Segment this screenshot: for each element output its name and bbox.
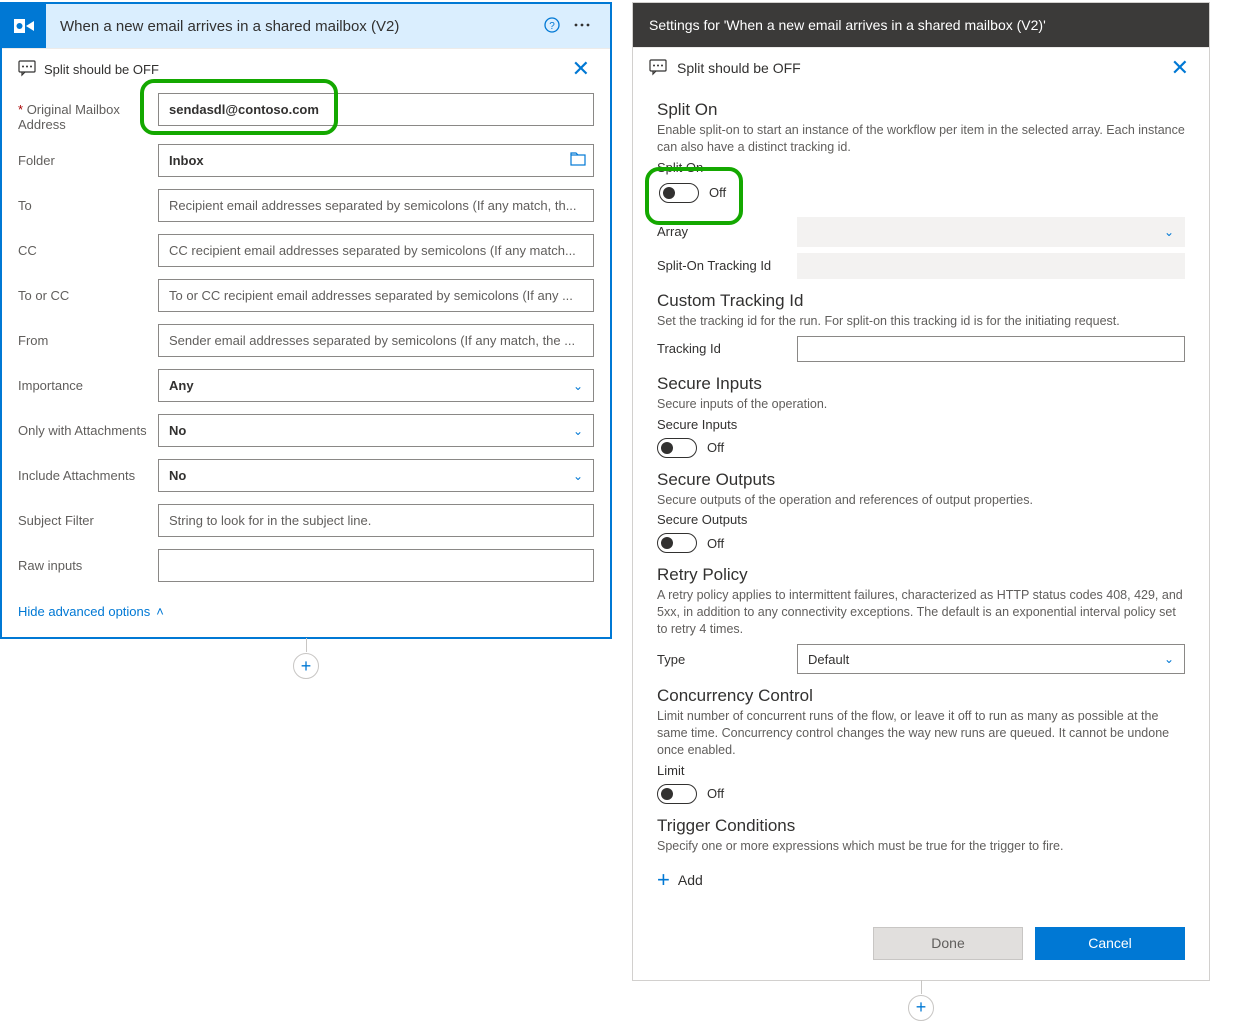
- concur-title: Concurrency Control: [657, 686, 1185, 706]
- subject-label: Subject Filter: [18, 504, 158, 528]
- secure-in-sublabel: Secure Inputs: [657, 417, 1185, 432]
- concur-desc: Limit number of concurrent runs of the f…: [657, 708, 1185, 759]
- trigger-title: When a new email arrives in a shared mai…: [46, 18, 538, 35]
- svg-text:?: ?: [549, 21, 555, 32]
- tocc-input[interactable]: [158, 279, 594, 312]
- tracking-id-input[interactable]: [797, 336, 1185, 362]
- folder-picker-icon[interactable]: [570, 152, 586, 169]
- rawinputs-label: Raw inputs: [18, 549, 158, 573]
- to-input[interactable]: [158, 189, 594, 222]
- subject-input[interactable]: [158, 504, 594, 537]
- splitOn-desc: Enable split-on to start an instance of …: [657, 122, 1185, 156]
- trigger-cond-desc: Specify one or more expressions which mu…: [657, 838, 1185, 855]
- tracking-id-label: Tracking Id: [657, 341, 797, 356]
- onlyatt-label: Only with Attachments: [18, 414, 158, 438]
- split-tracking-label: Split-On Tracking Id: [657, 258, 797, 273]
- secure-out-desc: Secure outputs of the operation and refe…: [657, 492, 1185, 509]
- folder-label: Folder: [18, 144, 158, 168]
- secureOut-toggle-label: Off: [707, 536, 724, 551]
- secure-in-desc: Secure inputs of the operation.: [657, 396, 1185, 413]
- close-icon[interactable]: ✕: [1167, 55, 1193, 81]
- splitOn-toggle[interactable]: [659, 183, 699, 203]
- custom-tracking-desc: Set the tracking id for the run. For spl…: [657, 313, 1185, 330]
- close-icon[interactable]: ✕: [568, 56, 594, 82]
- type-label: Type: [657, 652, 797, 667]
- split-banner-text: Split should be OFF: [36, 62, 568, 77]
- from-label: From: [18, 324, 158, 348]
- secure-in-title: Secure Inputs: [657, 374, 1185, 394]
- retry-desc: A retry policy applies to intermittent f…: [657, 587, 1185, 638]
- comment-icon: [18, 59, 36, 80]
- cc-label: CC: [18, 234, 158, 258]
- trigger-header: When a new email arrives in a shared mai…: [2, 4, 610, 48]
- split-tracking-input: [797, 253, 1185, 279]
- done-button[interactable]: Done: [873, 927, 1023, 960]
- limit-label: Limit: [657, 763, 1185, 778]
- split-banner: Split should be OFF ✕: [633, 48, 1209, 88]
- folder-select[interactable]: Inbox: [158, 144, 594, 177]
- importance-label: Importance: [18, 369, 158, 393]
- add-condition-button[interactable]: + Add: [657, 867, 703, 893]
- to-label: To: [18, 189, 158, 213]
- splitOn-toggle-label: Off: [709, 185, 726, 200]
- splitOn-title: Split On: [657, 100, 1185, 120]
- secure-out-sublabel: Secure Outputs: [657, 512, 1185, 527]
- array-select: ⌄: [797, 217, 1185, 247]
- chevron-down-icon: ⌄: [573, 469, 583, 483]
- cc-input[interactable]: [158, 234, 594, 267]
- comment-icon: [649, 58, 667, 79]
- split-banner-text: Split should be OFF: [667, 60, 1167, 76]
- chevron-down-icon: ⌄: [1164, 652, 1174, 666]
- chevron-down-icon: ⌄: [573, 379, 583, 393]
- settings-title: Settings for 'When a new email arrives i…: [633, 3, 1209, 47]
- retry-title: Retry Policy: [657, 565, 1185, 585]
- secureOut-toggle[interactable]: [657, 533, 697, 553]
- limit-toggle-label: Off: [707, 786, 724, 801]
- inclatt-label: Include Attachments: [18, 459, 158, 483]
- settings-panel: Settings for 'When a new email arrives i…: [632, 2, 1210, 981]
- importance-select[interactable]: Any ⌄: [158, 369, 594, 402]
- secureIn-toggle[interactable]: [657, 438, 697, 458]
- add-step-button[interactable]: +: [293, 653, 319, 679]
- outlook-icon: [2, 4, 46, 48]
- trigger-cond-title: Trigger Conditions: [657, 816, 1185, 836]
- add-step-button[interactable]: +: [908, 995, 934, 1021]
- secure-out-title: Secure Outputs: [657, 470, 1185, 490]
- help-icon[interactable]: ?: [538, 17, 566, 36]
- inclatt-select[interactable]: No ⌄: [158, 459, 594, 492]
- limit-toggle[interactable]: [657, 784, 697, 804]
- chevron-down-icon: ⌄: [1164, 225, 1174, 239]
- secureIn-toggle-label: Off: [707, 440, 724, 455]
- from-input[interactable]: [158, 324, 594, 357]
- plus-icon: +: [657, 867, 670, 893]
- retry-type-select[interactable]: Default⌄: [797, 644, 1185, 674]
- cancel-button[interactable]: Cancel: [1035, 927, 1185, 960]
- mailbox-label: Original Mailbox Address: [18, 102, 120, 132]
- more-menu-icon[interactable]: [566, 17, 598, 36]
- splitOn-sublabel: Split On: [657, 160, 1185, 175]
- mailbox-input[interactable]: [158, 93, 594, 126]
- tocc-label: To or CC: [18, 279, 158, 303]
- hide-advanced-link[interactable]: Hide advanced options ˄: [2, 590, 610, 637]
- split-banner: Split should be OFF ✕: [2, 49, 610, 89]
- custom-tracking-title: Custom Tracking Id: [657, 291, 1185, 311]
- chevron-down-icon: ⌄: [573, 424, 583, 438]
- array-label: Array: [657, 224, 797, 239]
- rawinputs-input[interactable]: [158, 549, 594, 582]
- onlyatt-select[interactable]: No ⌄: [158, 414, 594, 447]
- chevron-up-icon: ˄: [156, 604, 164, 619]
- trigger-card: When a new email arrives in a shared mai…: [0, 2, 612, 639]
